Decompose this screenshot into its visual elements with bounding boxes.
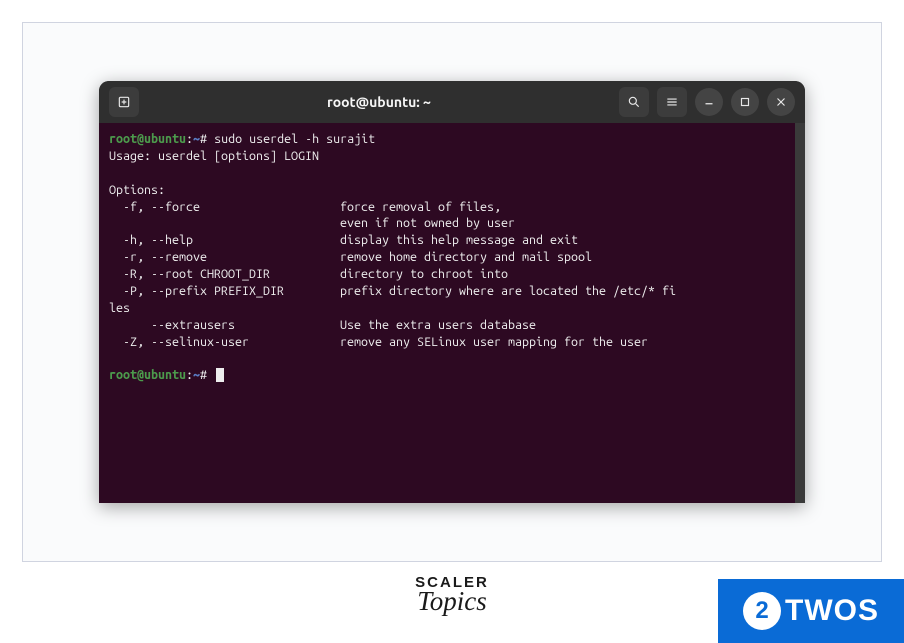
command-text: sudo userdel -h surajit [207,132,375,146]
prompt-hash: # [200,132,207,146]
cursor [216,368,224,382]
new-tab-button[interactable] [109,87,139,117]
window-title: root@ubuntu: ~ [327,94,431,110]
scaler-text-bottom: Topics [415,590,489,613]
search-icon [627,95,641,109]
prompt-user-2: root@ubuntu [109,368,186,382]
twos-text: TWOS [785,594,879,628]
content-frame: root@ubuntu: ~ root@ubunt [22,22,882,562]
prompt-sep: : [186,132,193,146]
command-output: Usage: userdel [options] LOGIN Options: … [109,149,676,349]
prompt-path: ~ [193,132,200,146]
terminal-body[interactable]: root@ubuntu:~# sudo userdel -h surajit U… [99,123,805,503]
titlebar: root@ubuntu: ~ [99,81,805,123]
minimize-button[interactable] [695,88,723,116]
scaler-logo: SCALER Topics [415,577,489,613]
menu-button[interactable] [657,87,687,117]
maximize-button[interactable] [731,88,759,116]
twos-badge: 2 TWOS [718,579,904,643]
terminal-window: root@ubuntu: ~ root@ubunt [99,81,805,503]
close-button[interactable] [767,88,795,116]
twos-circle: 2 [743,592,781,630]
plus-box-icon [117,95,131,109]
hamburger-icon [665,95,679,109]
minimize-icon [702,95,716,109]
maximize-icon [738,95,752,109]
search-button[interactable] [619,87,649,117]
close-icon [774,95,788,109]
prompt-user: root@ubuntu [109,132,186,146]
